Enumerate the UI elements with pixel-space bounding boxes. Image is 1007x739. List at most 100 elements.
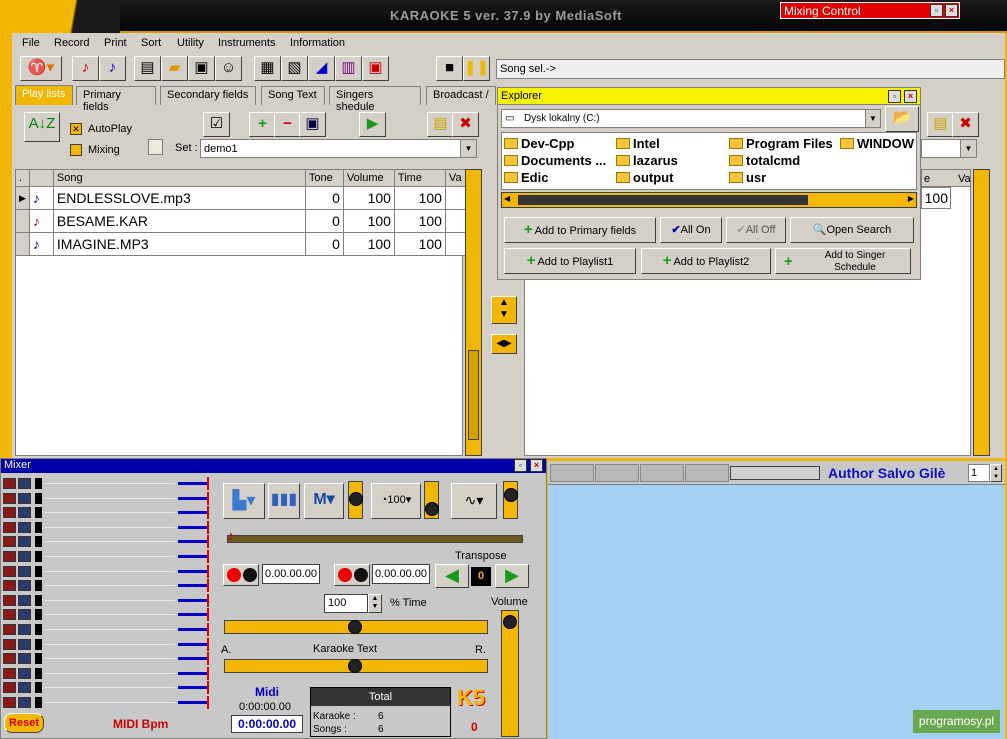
slider-knob[interactable] (348, 659, 362, 673)
singer-icon[interactable]: ☺ (215, 56, 242, 81)
close-icon[interactable]: × (904, 90, 917, 103)
mute-button[interactable] (3, 667, 16, 679)
add-primary-fields-button[interactable]: + Add to Primary fields (504, 217, 656, 243)
slider-knob[interactable] (348, 620, 362, 634)
transpose-down-button[interactable]: ◀ (435, 564, 469, 588)
level-slider-1[interactable] (348, 481, 363, 519)
play-button[interactable]: ▶ (359, 112, 386, 137)
scrollbar-thumb[interactable] (518, 195, 808, 205)
channel-strip[interactable] (3, 579, 215, 593)
channel-slider[interactable] (45, 599, 175, 601)
new-doc-icon-2[interactable]: ▤ (927, 112, 954, 137)
open-folder-icon[interactable]: ▰ (161, 56, 188, 81)
folder-item[interactable]: Dev-Cpp (504, 136, 574, 151)
open-folder-button[interactable]: 📂 (885, 106, 919, 132)
mute-button[interactable] (3, 594, 16, 606)
va-cell[interactable] (444, 232, 466, 256)
volume-cell[interactable]: 100 (342, 186, 395, 210)
page-spinner-input[interactable]: 1 (968, 464, 990, 482)
volume-cell[interactable]: 100 (342, 232, 395, 256)
solo-button[interactable] (18, 478, 31, 489)
folder-item[interactable]: totalcmd (729, 153, 800, 168)
solo-button[interactable] (18, 536, 31, 548)
solo-button[interactable] (18, 682, 31, 694)
tab-broadcast[interactable]: Broadcast / (426, 86, 496, 105)
solo-button[interactable] (18, 521, 31, 533)
col-va2[interactable]: Va (958, 173, 971, 185)
color-swatch[interactable] (148, 139, 163, 155)
playlist2-scrollbar[interactable] (973, 169, 990, 456)
scrollbar-thumb[interactable] (468, 350, 479, 440)
channel-slider[interactable] (45, 483, 175, 484)
time-cell[interactable]: 100 (393, 209, 446, 233)
black-dot-icon[interactable] (354, 568, 368, 582)
mute-button[interactable] (3, 609, 16, 621)
channel-strip[interactable] (3, 550, 215, 563)
col-va[interactable]: Va (444, 169, 466, 187)
volume-slider[interactable] (501, 610, 519, 737)
solo-button[interactable] (18, 697, 31, 708)
loop-b-buttons[interactable] (334, 564, 370, 586)
solo-button[interactable] (18, 624, 31, 635)
mute-button[interactable] (3, 653, 16, 665)
note-red-icon[interactable]: ♪ (72, 56, 99, 81)
col-volume[interactable]: Volume (342, 169, 395, 187)
time-cell[interactable]: 100 (393, 232, 446, 256)
col-song[interactable]: Song (52, 169, 306, 187)
chevron-down-icon[interactable]: ▼ (865, 110, 880, 127)
tv-icon[interactable]: ▣ (362, 56, 389, 81)
mixing-control-window[interactable]: Mixing Control ▫ × (780, 2, 960, 19)
solo-button[interactable] (18, 580, 31, 592)
image-icon[interactable]: ▧ (281, 56, 308, 81)
loop-a-buttons[interactable] (223, 564, 259, 586)
add-playlist1-button[interactable]: + Add to Playlist1 (504, 248, 636, 274)
folder-item[interactable]: Program Files (729, 136, 833, 151)
set-select[interactable]: demo1 ▼ (200, 139, 477, 158)
close-icon[interactable]: × (945, 4, 958, 17)
va-cell[interactable] (444, 209, 466, 233)
restore-icon[interactable]: ▫ (888, 90, 901, 103)
folder-item[interactable]: lazarus (616, 153, 678, 168)
tone-cell[interactable]: 0 (304, 209, 344, 233)
drive-select[interactable]: ▭ Dysk lokalny (C:) ▼ (501, 109, 881, 128)
menu-information[interactable]: Information (290, 37, 345, 49)
channel-slider[interactable] (45, 658, 175, 660)
close-icon[interactable]: × (530, 459, 543, 472)
add-button[interactable]: + (249, 112, 276, 137)
chart-icon[interactable]: ◢ (308, 56, 335, 81)
karaoke-text-slider[interactable] (224, 659, 488, 673)
mute-button[interactable] (3, 682, 16, 694)
slider-knob[interactable] (504, 488, 518, 502)
add-singer-schedule-button[interactable]: + Add to Singer Schedule (775, 248, 911, 274)
lyrics-tab-4[interactable] (685, 464, 729, 482)
effect-a-icon[interactable]: ▙▾ (223, 483, 265, 519)
channel-strip[interactable] (3, 520, 215, 534)
channel-strip[interactable] (3, 637, 215, 651)
move-up-down-button[interactable]: ▲ ▼ (491, 296, 517, 324)
channel-strip[interactable] (3, 623, 215, 636)
slider-knob[interactable] (503, 615, 517, 629)
channel-strip[interactable] (3, 535, 215, 549)
mute-button[interactable] (3, 507, 16, 519)
table-row[interactable]: ♪ BESAME.KAR 0 100 100 (15, 209, 466, 233)
record-dot-icon[interactable] (338, 568, 352, 582)
pause-button[interactable]: ❚❚ (463, 56, 490, 81)
chevron-down-icon[interactable]: ▼ (460, 140, 476, 157)
restore-icon[interactable]: ▫ (930, 4, 943, 17)
reset-button[interactable]: Reset (4, 713, 44, 733)
slider-knob[interactable] (425, 502, 439, 516)
tempo-spinner[interactable]: ▲ ▼ (368, 594, 382, 613)
dial-100-icon[interactable]: ◔100▾ (371, 483, 421, 519)
channel-slider[interactable] (45, 556, 175, 557)
lyrics-tab-3[interactable] (640, 464, 684, 482)
menu-record[interactable]: Record (54, 37, 89, 49)
lyrics-tab-1[interactable] (550, 464, 594, 482)
position-marker-icon[interactable]: ♪ (227, 527, 234, 543)
channel-strip[interactable] (3, 506, 215, 520)
bars-icon[interactable]: ▮▮▮ (268, 483, 300, 519)
menu-utility[interactable]: Utility (177, 37, 204, 49)
folder-item[interactable]: Intel (616, 136, 660, 151)
add-playlist2-button[interactable]: + Add to Playlist2 (641, 248, 771, 274)
menu-sort[interactable]: Sort (141, 37, 161, 49)
channel-slider[interactable] (45, 687, 175, 689)
